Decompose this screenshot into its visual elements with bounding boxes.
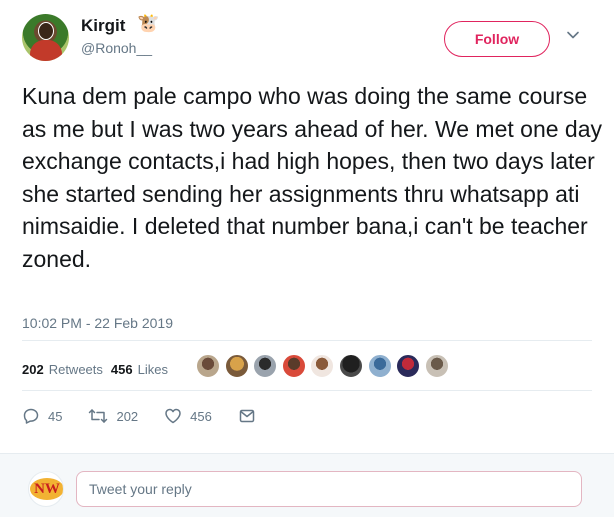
tweet-header: Kirgit 🐮 @Ronoh__ Follow: [0, 0, 614, 70]
liker-avatar[interactable]: [338, 354, 363, 378]
retweets-label: Retweets: [48, 361, 103, 377]
reply-input[interactable]: [76, 471, 582, 507]
envelope-icon: [239, 409, 255, 423]
retweet-icon: [89, 409, 108, 423]
reply-count: 45: [48, 408, 63, 424]
reply-icon: [23, 408, 39, 424]
likers-avatars: [196, 354, 453, 378]
chevron-down-icon[interactable]: [566, 28, 580, 42]
tweet-actions: 45 202 456: [22, 404, 290, 428]
author-avatar[interactable]: [22, 14, 69, 61]
retweet-action[interactable]: 202: [88, 407, 138, 425]
liker-avatar[interactable]: [310, 354, 335, 378]
liker-avatar[interactable]: [253, 354, 278, 378]
liker-avatar[interactable]: [424, 354, 449, 378]
likes-stat[interactable]: 456 Likes: [111, 362, 168, 377]
divider: [22, 390, 592, 391]
tweet-timestamp[interactable]: 10:02 PM - 22 Feb 2019: [22, 315, 173, 331]
like-action[interactable]: 456: [164, 407, 212, 425]
like-count: 456: [190, 408, 212, 424]
retweet-count: 202: [116, 408, 139, 424]
reply-action[interactable]: 45: [22, 407, 62, 425]
tweet-text: Kuna dem pale campo who was doing the sa…: [22, 83, 602, 272]
divider: [22, 340, 592, 341]
author-handle[interactable]: @Ronoh__: [81, 40, 152, 56]
cow-emoji-icon: 🐮: [137, 13, 160, 33]
retweets-stat[interactable]: 202 Retweets: [22, 362, 103, 377]
avatar-logo-text: NW: [30, 478, 63, 500]
likes-label: Likes: [137, 361, 168, 377]
liker-avatar[interactable]: [224, 354, 249, 378]
liker-avatar[interactable]: [281, 354, 306, 378]
avatar-shirt: [30, 40, 62, 61]
direct-message-action[interactable]: [238, 407, 264, 425]
retweets-count: 202: [22, 361, 44, 377]
tweet-stats: 202 Retweets 456 Likes: [22, 357, 176, 381]
author-name[interactable]: Kirgit: [81, 16, 125, 36]
reply-bar: NW: [0, 453, 614, 517]
heart-icon: [165, 408, 181, 424]
avatar-face: [38, 22, 54, 40]
current-user-avatar[interactable]: NW: [28, 471, 64, 507]
liker-avatar[interactable]: [367, 354, 392, 378]
likes-count: 456: [110, 361, 133, 377]
follow-button[interactable]: Follow: [444, 21, 550, 57]
liker-avatar[interactable]: [196, 354, 220, 378]
liker-avatar[interactable]: [396, 354, 421, 378]
